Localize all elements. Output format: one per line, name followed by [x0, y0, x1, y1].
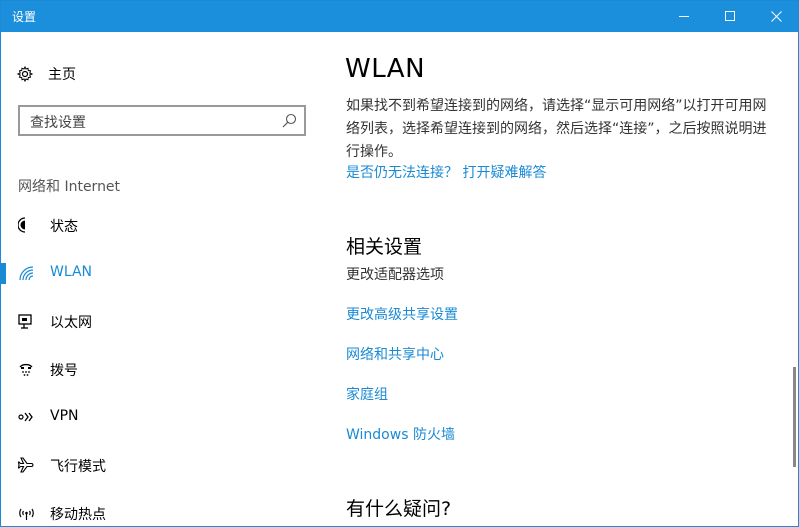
search-icon: [282, 113, 297, 128]
sidebar-item-vpn[interactable]: VPN: [1, 399, 321, 435]
window-title: 设置: [12, 10, 37, 24]
selection-indicator: [1, 263, 6, 284]
nav-home-label: 主页: [48, 67, 76, 83]
sidebar-item-label: 飞行模式: [50, 459, 106, 475]
sidebar-item-ethernet[interactable]: 以太网: [1, 303, 321, 339]
sidebar-item-airplane-mode[interactable]: 飞行模式: [1, 447, 321, 483]
sidebar-item-mobile-hotspot[interactable]: 移动热点: [1, 495, 321, 526]
network-sharing-center-link[interactable]: 网络和共享中心: [346, 344, 444, 364]
gear-icon: [17, 66, 33, 82]
questions-heading: 有什么疑问?: [346, 498, 452, 520]
wlan-description: 如果找不到希望连接到的网络，请选择“显示可用网络”以打开可用网络列表，选择希望连…: [346, 98, 767, 160]
search-input[interactable]: 查找设置: [18, 105, 306, 136]
status-icon: [18, 217, 26, 233]
related-settings-heading: 相关设置: [346, 236, 423, 258]
nav-home[interactable]: 主页: [17, 61, 76, 87]
homegroup-link[interactable]: 家庭组: [346, 384, 388, 404]
dialup-icon: [19, 363, 33, 376]
scrollbar[interactable]: [793, 367, 796, 467]
sidebar-item-label: VPN: [50, 408, 79, 424]
sidebar-item-label: 状态: [50, 219, 78, 235]
sidebar-item-status[interactable]: 状态: [1, 207, 321, 243]
vpn-icon: [18, 412, 33, 422]
minimize-button[interactable]: [661, 1, 707, 32]
adapter-options-text: 更改适配器选项: [346, 267, 444, 283]
section-label: 网络和 Internet: [18, 179, 121, 195]
settings-window: 设置 主页 查找设置 网络和 Internet 状态 WLAN 以太网 拨号 V…: [0, 0, 799, 527]
page-title: WLAN: [345, 54, 426, 84]
maximize-button[interactable]: [707, 1, 753, 32]
close-button[interactable]: [753, 1, 798, 32]
hotspot-icon: [19, 508, 34, 520]
airplane-icon: [18, 457, 34, 473]
ethernet-icon: [18, 314, 32, 329]
title-bar[interactable]: 设置: [1, 1, 798, 32]
close-icon: [770, 11, 782, 22]
windows-firewall-link[interactable]: Windows 防火墙: [346, 424, 455, 444]
sidebar-item-label: 拨号: [50, 363, 78, 379]
maximize-icon: [724, 11, 735, 21]
troubleshoot-link[interactable]: 是否仍无法连接？ 打开疑难解答: [346, 162, 546, 182]
sidebar-item-wlan[interactable]: WLAN: [1, 255, 321, 291]
sidebar-item-dialup[interactable]: 拨号: [1, 351, 321, 387]
sidebar-item-label: 以太网: [50, 315, 92, 331]
minimize-icon: [678, 16, 689, 17]
wifi-icon: [19, 266, 34, 281]
search-placeholder: 查找设置: [30, 115, 86, 131]
sidebar-item-label: 移动热点: [50, 507, 106, 523]
sidebar-item-label: WLAN: [50, 264, 93, 280]
advanced-sharing-link[interactable]: 更改高级共享设置: [346, 304, 458, 324]
